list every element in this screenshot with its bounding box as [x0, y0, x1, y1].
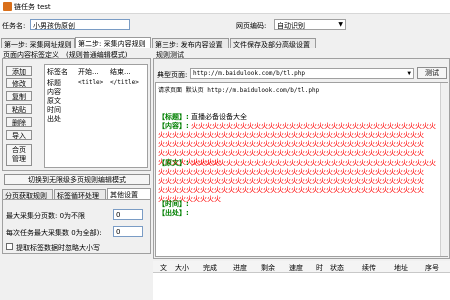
task-name-input[interactable]: 小男孩伪原创 [30, 19, 130, 30]
tab-label-loop[interactable]: 标签循环处理 [54, 189, 106, 200]
chevron-down-icon: ▼ [407, 70, 411, 77]
table-row[interactable]: 出处 [47, 114, 61, 124]
col-address[interactable]: 地址 [394, 263, 408, 273]
task-name-label: 任务名: [2, 22, 26, 30]
test-button[interactable]: 测试 [417, 67, 447, 79]
col-index[interactable]: 序号 [425, 263, 439, 273]
tab-other-settings[interactable]: 其他设置 [107, 188, 151, 199]
col-resume[interactable]: 续传 [362, 263, 376, 273]
grid-cell-name: 出处 [47, 115, 61, 123]
col-done[interactable]: 完成 [203, 263, 217, 273]
col-file[interactable]: 文 [160, 263, 167, 273]
vertical-scrollbar[interactable] [440, 83, 448, 256]
tab-step1[interactable]: 第一步: 采集网址规则 [1, 38, 75, 49]
result-source-line: 【出处】: [158, 208, 189, 218]
chevron-down-icon: ▼ [338, 21, 343, 28]
request-line: 请求页面 默认页 http://m.baidulook.com/b/tl.php [158, 87, 320, 94]
copy-button[interactable]: 复制 [6, 91, 32, 101]
merge-button-line1: 合页 [12, 146, 26, 154]
original-line: 火火火火火火火火火 [158, 195, 221, 203]
tab-step2[interactable]: 第二步: 采集内容规则 [75, 37, 151, 48]
grid-cell-name: 原文 [47, 97, 61, 105]
tab-advanced[interactable]: 文件保存及部分高级设置 [230, 38, 316, 49]
import-button[interactable]: 导入 [6, 130, 32, 140]
tab-step3[interactable]: 第三步: 发布内容设置 [152, 38, 229, 49]
max-per-task-input[interactable]: 0 [113, 226, 143, 237]
source-tag: 【出处】: [158, 209, 189, 217]
grid-cell-name: 标题 [47, 79, 61, 87]
col-time[interactable]: 时 [316, 263, 323, 273]
max-pages-label: 最大采集分页数: 0为不限 [6, 212, 86, 220]
col-status[interactable]: 状态 [330, 263, 344, 273]
merge-page-manage-button[interactable]: 合页 管理 [6, 144, 32, 166]
content-tag: 【内容】: [158, 122, 189, 130]
ignore-case-label: 提取标签数据时忽略大小写 [16, 244, 100, 252]
typical-page-label: 典型页面: [157, 71, 188, 79]
grid-header-end[interactable]: 结束... [110, 67, 131, 77]
grid-cell-start: <title> [78, 79, 104, 86]
typical-page-select[interactable]: http://m.baidulook.com/b/tl.php ▼ [190, 68, 414, 79]
encoding-label: 网页编码: [236, 22, 267, 30]
title-value: 直播必备设备大全 [191, 113, 248, 121]
typical-page-url: http://m.baidulook.com/b/tl.php [193, 70, 305, 77]
switch-mode-button[interactable]: 切换到无限级多页规则编辑模式 [4, 174, 150, 185]
app-icon [3, 2, 12, 11]
delete-button[interactable]: 删除 [6, 117, 32, 127]
grid-cell-name: 时间 [47, 106, 61, 114]
add-button[interactable]: 添加 [6, 66, 32, 76]
max-pages-input[interactable]: 0 [113, 209, 143, 220]
grid-header-name[interactable]: 标签名 [47, 67, 68, 77]
ignore-case-checkbox[interactable] [6, 243, 13, 252]
title-bar: 链任务 test [0, 0, 450, 13]
window-title: 链任务 test [14, 3, 51, 11]
paste-button[interactable]: 粘贴 [6, 104, 32, 114]
title-tag: 【标题】: [158, 113, 189, 121]
grid-header-start[interactable]: 开始... [78, 67, 99, 77]
encoding-select[interactable]: 自动识别 ▼ [274, 19, 346, 30]
original-tag: 【原文】: [158, 159, 189, 167]
checkbox-box [6, 243, 13, 250]
edit-button[interactable]: 修改 [6, 78, 32, 88]
col-size[interactable]: 大小 [175, 263, 189, 273]
col-progress[interactable]: 进度 [233, 263, 247, 273]
max-per-task-label: 每次任务最大采集数 0为全部): [6, 229, 102, 237]
content-line: 火火火火火火火火火火火火火火火火火火火火火火火火火火火火火火火火火火火 [191, 122, 437, 130]
original-line: 火火火火火火火火火火火火火火火火火火火火火火火火火火火火火火火火火火火 [191, 159, 437, 167]
col-speed[interactable]: 速度 [289, 263, 303, 273]
time-tag: 【时间】: [158, 200, 189, 208]
encoding-value: 自动识别 [277, 22, 305, 30]
grid-cell-end: </title> [110, 79, 139, 86]
tab-pagination-rules[interactable]: 分页获取规则 [2, 189, 53, 200]
grid-cell-name: 内容 [47, 88, 61, 96]
merge-button-line2: 管理 [12, 155, 26, 163]
col-remaining[interactable]: 剩余 [261, 263, 275, 273]
